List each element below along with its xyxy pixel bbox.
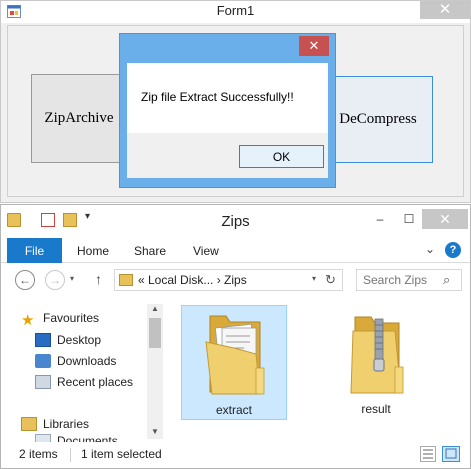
recent-locations-chevron-icon[interactable]: ▾ — [70, 274, 74, 283]
file-item-extract[interactable]: extract — [181, 305, 287, 420]
document-icon — [35, 434, 51, 442]
address-bar[interactable]: « Local Disk... › Zips ▾ ↻ — [114, 269, 343, 291]
nav-pane-scrollbar[interactable]: ▲ ▼ — [147, 304, 163, 439]
refresh-icon[interactable]: ↻ — [325, 272, 336, 288]
navigation-pane: ★ Favourites Desktop Downloads Recent pl… — [1, 298, 164, 442]
folder-icon — [205, 315, 265, 395]
libraries-icon — [21, 417, 37, 431]
chevron-down-icon[interactable]: ⌄ — [425, 242, 435, 256]
message-box-body: Zip file Extract Successfully!! — [127, 63, 328, 133]
recent-places-icon — [35, 375, 51, 389]
item-count: 2 items — [19, 447, 58, 461]
ok-button[interactable]: OK — [239, 145, 324, 168]
folder-icon — [119, 274, 133, 286]
form1-title: Form1 — [216, 3, 255, 18]
nav-item-downloads[interactable]: Downloads — [35, 351, 116, 371]
tab-file[interactable]: File — [7, 238, 62, 263]
nav-item-label: Libraries — [43, 417, 90, 431]
up-button[interactable]: ↑ — [95, 271, 102, 287]
search-icon[interactable]: ⌕ — [443, 272, 450, 288]
large-icons-view-icon[interactable] — [442, 446, 460, 462]
scroll-up-icon[interactable]: ▲ — [147, 304, 163, 316]
scroll-down-icon[interactable]: ▼ — [147, 427, 163, 439]
nav-item-label: Recent places — [57, 375, 134, 389]
back-button[interactable]: ← — [15, 270, 35, 290]
form1-close-button[interactable]: ✕ — [420, 1, 470, 19]
tab-home[interactable]: Home — [77, 244, 109, 258]
tab-view[interactable]: View — [193, 244, 219, 258]
message-box-close-button[interactable]: ✕ — [299, 36, 329, 56]
nav-item-documents[interactable]: Documents — [35, 434, 118, 442]
form1-titlebar[interactable]: Form1 ✕ — [1, 1, 470, 23]
nav-item-label: Favourites — [43, 311, 100, 325]
nav-item-favourites[interactable]: ★ Favourites — [21, 308, 100, 329]
message-box: ✕ Zip file Extract Successfully!! OK — [119, 33, 336, 188]
explorer-titlebar[interactable]: ▾ Zips ‒ ☐ ✕ — [1, 205, 470, 236]
downloads-icon — [35, 354, 51, 368]
nav-item-desktop[interactable]: Desktop — [35, 330, 101, 350]
decompress-button[interactable]: DeCompress — [323, 76, 433, 163]
address-path[interactable]: « Local Disk... › Zips — [138, 273, 247, 287]
details-view-icon[interactable] — [420, 446, 436, 462]
file-item-result[interactable]: result — [323, 305, 429, 420]
nav-item-label: Downloads — [57, 354, 117, 368]
navigation-bar: ← → ▾ ↑ « Local Disk... › Zips ▾ ↻ ⌕ — [1, 265, 470, 295]
nav-item-label: Documents — [57, 434, 118, 442]
star-icon: ★ — [21, 312, 35, 329]
nav-item-libraries[interactable]: Libraries — [21, 414, 89, 434]
nav-item-recent-places[interactable]: Recent places — [35, 372, 133, 392]
minimize-button[interactable]: ‒ — [367, 209, 393, 229]
selection-count: 1 item selected — [81, 447, 162, 461]
search-input[interactable] — [363, 272, 441, 288]
zip-folder-icon — [350, 316, 404, 394]
tab-share[interactable]: Share — [134, 244, 166, 258]
message-text: Zip file Extract Successfully!! — [141, 90, 294, 104]
nav-item-label: Desktop — [57, 333, 102, 347]
help-icon[interactable]: ? — [445, 242, 461, 258]
search-box[interactable]: ⌕ — [356, 269, 462, 291]
message-box-footer: OK — [127, 133, 328, 178]
forward-button[interactable]: → — [45, 270, 65, 290]
explorer-close-button[interactable]: ✕ — [422, 209, 468, 229]
desktop-icon — [35, 333, 51, 347]
status-divider — [70, 448, 71, 462]
status-bar: 2 items 1 item selected — [1, 444, 470, 468]
address-dropdown-icon[interactable]: ▾ — [312, 274, 316, 283]
scrollbar-thumb[interactable] — [149, 318, 161, 348]
ribbon: File Home Share View ⌄ ? — [1, 238, 470, 263]
file-name: result — [361, 402, 391, 416]
explorer-window: ▾ Zips ‒ ☐ ✕ File Home Share View ⌄ ? ← … — [0, 204, 471, 469]
file-name: extract — [215, 403, 252, 417]
zip-archive-button[interactable]: ZipArchive — [31, 74, 127, 163]
maximize-button[interactable]: ☐ — [396, 209, 422, 229]
